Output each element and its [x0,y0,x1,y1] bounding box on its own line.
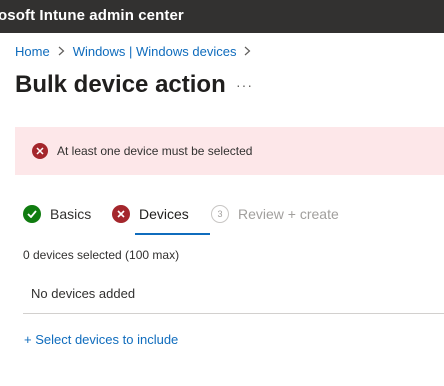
error-banner: At least one device must be selected [15,127,444,175]
tab-basics-label: Basics [50,206,92,222]
breadcrumb-windows-devices[interactable]: Windows | Windows devices [73,44,237,59]
breadcrumb-home[interactable]: Home [15,44,50,59]
page-title: Bulk device action [15,71,226,98]
more-options-button[interactable]: ··· [236,77,253,93]
divider [23,313,444,314]
empty-devices-message: No devices added [31,286,136,301]
app-title: osoft Intune admin center [0,7,184,24]
top-bar: osoft Intune admin center [0,0,444,33]
select-devices-link[interactable]: + Select devices to include [24,332,178,347]
active-tab-indicator [135,233,210,235]
tab-review-create-label: Review + create [238,206,339,222]
checkmark-icon [23,205,41,223]
tab-review-create[interactable]: 3 Review + create [211,203,339,225]
error-icon [112,205,130,223]
step-number-icon: 3 [211,205,229,223]
chevron-right-icon [58,44,65,59]
chevron-right-icon [244,44,251,59]
devices-selected-count: 0 devices selected (100 max) [23,248,180,262]
error-message: At least one device must be selected [57,144,253,158]
breadcrumb: Home Windows | Windows devices [15,44,259,59]
error-icon [32,143,48,159]
tab-devices-label: Devices [139,206,189,222]
tab-basics[interactable]: Basics [23,203,91,225]
wizard-steps: Basics Devices 3 Review + create [23,203,444,235]
tab-devices[interactable]: Devices [112,203,189,225]
